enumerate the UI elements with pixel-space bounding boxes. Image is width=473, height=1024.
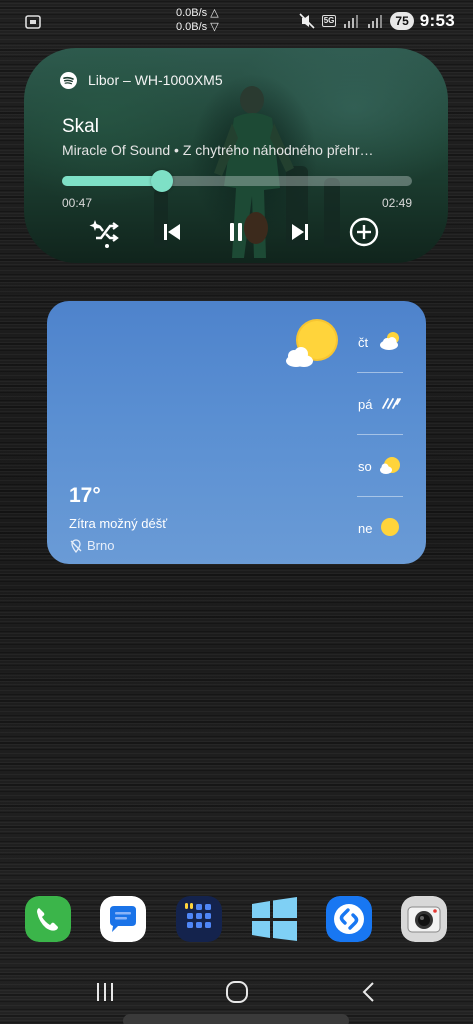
current-temperature: 17° <box>69 484 101 507</box>
add-icon <box>349 217 379 247</box>
camera-icon <box>401 896 447 942</box>
album-art-rock <box>324 178 340 248</box>
messages-app[interactable] <box>100 896 146 942</box>
5g-icon: 5G <box>321 15 337 27</box>
gesture-bar <box>123 1014 349 1024</box>
recents-icon <box>97 983 113 1001</box>
location-off-icon <box>70 538 82 553</box>
grid-icon <box>176 896 222 942</box>
add-button[interactable] <box>346 214 382 250</box>
day-name: so <box>358 459 372 474</box>
pause-icon <box>230 223 242 241</box>
screenshot-icon <box>25 15 41 29</box>
back-icon <box>362 982 374 1002</box>
divider <box>357 496 403 497</box>
output-device[interactable]: Libor – WH-1000XM5 <box>88 72 223 88</box>
shazam-app[interactable] <box>326 896 372 942</box>
total-time: 02:49 <box>381 196 412 210</box>
track-title: Skal <box>62 116 99 137</box>
progress-fill <box>62 176 163 186</box>
progress-slider[interactable] <box>62 170 412 192</box>
windows-icon <box>252 897 297 941</box>
forecast-day: pá <box>357 377 403 429</box>
phone-app[interactable] <box>25 896 71 942</box>
back-button[interactable] <box>354 978 384 1006</box>
day-name: pá <box>358 397 373 412</box>
sun-cloud-icon <box>380 457 400 474</box>
battery-indicator: 75 <box>390 12 414 30</box>
status-icons: 5G 75 9:53 <box>298 10 455 32</box>
net-speed-up: 0.0B/s △ <box>176 7 219 19</box>
previous-button[interactable] <box>154 214 190 250</box>
track-subtitle: Miracle Of Sound • Z chytrého náhodného … <box>62 142 374 158</box>
rain-icon <box>382 398 401 409</box>
windows-app[interactable] <box>251 896 297 942</box>
location: Brno <box>69 538 114 553</box>
phone-icon <box>25 896 71 942</box>
partly-cloudy-icon <box>380 332 399 350</box>
camera-app[interactable] <box>401 896 447 942</box>
spotify-icon <box>60 72 77 89</box>
previous-icon <box>164 224 180 240</box>
status-bar: 0.0B/s △ 0.0B/s ▽ 5G 75 9:53 <box>0 0 473 44</box>
home-button[interactable] <box>222 978 252 1006</box>
day-name: ne <box>358 521 373 536</box>
forecast-text: Zítra možný déšť <box>69 516 168 531</box>
clock: 9:53 <box>419 11 455 30</box>
forecast-day: čt <box>357 315 403 367</box>
next-button[interactable] <box>282 214 318 250</box>
smart-shuffle-button[interactable] <box>86 214 122 250</box>
day-name: čt <box>358 335 369 350</box>
smart-shuffle-icon <box>89 220 119 248</box>
mute-vibrate-icon <box>299 13 315 29</box>
recents-button[interactable] <box>90 978 120 1006</box>
messages-icon <box>100 896 146 942</box>
net-speed-down: 0.0B/s ▽ <box>176 21 219 33</box>
shazam-icon <box>326 896 372 942</box>
divider <box>357 434 403 435</box>
app-drawer[interactable] <box>176 896 222 942</box>
divider <box>357 372 403 373</box>
forecast-day: so <box>357 439 403 491</box>
location-name: Brno <box>87 538 115 553</box>
progress-thumb[interactable] <box>151 170 174 192</box>
net-speed: 0.0B/s △ 0.0B/s ▽ <box>176 6 219 34</box>
elapsed-time: 00:47 <box>62 196 93 210</box>
next-icon <box>292 224 308 240</box>
signal-icon <box>344 15 359 28</box>
music-widget[interactable]: Libor – WH-1000XM5 Skal Miracle Of Sound… <box>24 48 448 263</box>
weather-widget[interactable]: 17° Zítra možný déšť Brno čt pá so ne <box>47 301 426 564</box>
pause-button[interactable] <box>218 214 254 250</box>
signal-icon <box>368 15 383 28</box>
sun-icon <box>381 518 399 536</box>
forecast-day: ne <box>357 501 403 553</box>
partly-sunny-icon <box>286 319 338 367</box>
home-icon <box>226 981 248 1003</box>
